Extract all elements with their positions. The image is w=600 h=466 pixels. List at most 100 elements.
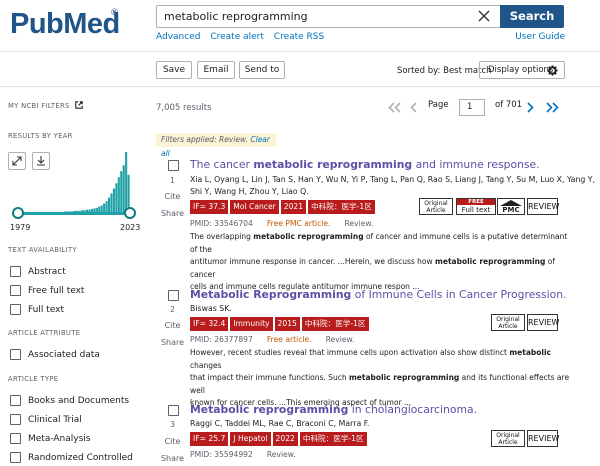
create-rss-link[interactable]: Create RSS bbox=[274, 32, 324, 42]
snippet-highlight: metabolic bbox=[509, 348, 551, 357]
filter-label: Free full text bbox=[28, 286, 85, 296]
article-authors: Biswas SK. bbox=[190, 304, 232, 313]
review-badge: REVIEW bbox=[527, 198, 559, 215]
year-slider-start-handle[interactable] bbox=[12, 207, 24, 219]
histogram-bar[interactable] bbox=[115, 183, 118, 212]
article-title-link[interactable]: The cancer metabolic reprogramming and i… bbox=[190, 158, 540, 171]
results-count: 7,005 results bbox=[156, 103, 212, 113]
original-article-badge: Original Article bbox=[419, 198, 453, 215]
checkbox[interactable] bbox=[10, 433, 21, 444]
article-checkbox[interactable] bbox=[168, 405, 179, 416]
filter-label: Books and Documents bbox=[28, 396, 130, 406]
year-end-label: 2023 bbox=[120, 223, 141, 232]
article-authors: Xia L, Oyang L, Lin J, Tan S, Han Y, Wu … bbox=[190, 174, 595, 198]
page-number-input[interactable]: 1 bbox=[459, 99, 485, 116]
filter-randomized-controlled[interactable]: Randomized Controlled bbox=[10, 452, 133, 464]
user-guide-link[interactable]: User Guide bbox=[515, 32, 565, 42]
last-page-icon[interactable] bbox=[545, 102, 559, 113]
article-number: 1 bbox=[170, 176, 175, 185]
checkbox[interactable] bbox=[10, 266, 21, 277]
snippet-part: The overlapping bbox=[190, 232, 254, 241]
checkbox[interactable] bbox=[10, 395, 21, 406]
year-slider-end-handle[interactable] bbox=[124, 207, 136, 219]
article-snippet: The overlapping metabolic reprogramming … bbox=[190, 231, 570, 294]
cite-button[interactable]: Cite bbox=[156, 321, 189, 330]
article-number: 2 bbox=[170, 305, 175, 314]
histogram-bar[interactable] bbox=[122, 165, 125, 212]
histogram-bar[interactable] bbox=[125, 152, 128, 212]
histogram-bar[interactable] bbox=[117, 177, 120, 212]
display-options-button[interactable]: Display options bbox=[479, 61, 565, 79]
share-button[interactable]: Share bbox=[156, 209, 189, 218]
checkbox[interactable] bbox=[10, 349, 21, 360]
filter-label: Meta-Analysis bbox=[28, 434, 91, 444]
article-checkbox[interactable] bbox=[168, 160, 179, 171]
search-input[interactable]: metabolic reprogramming bbox=[156, 5, 500, 28]
send-to-button[interactable]: Send to bbox=[239, 61, 285, 79]
filter-label: Associated data bbox=[28, 350, 100, 360]
checkbox[interactable] bbox=[10, 414, 21, 425]
histogram-bar[interactable] bbox=[105, 201, 108, 212]
histogram-bar[interactable] bbox=[112, 188, 115, 212]
save-button[interactable]: Save bbox=[156, 61, 192, 79]
email-button[interactable]: Email bbox=[197, 61, 235, 79]
cite-button[interactable]: Cite bbox=[156, 192, 189, 201]
histogram-bar[interactable] bbox=[110, 193, 113, 212]
text-availability-heading: TEXT AVAILABILITY bbox=[8, 246, 77, 254]
year-slider-track[interactable] bbox=[18, 212, 129, 215]
results-by-year-heading: RESULTS BY YEAR bbox=[8, 132, 73, 140]
filter-full-text[interactable]: Full text bbox=[10, 304, 64, 316]
filter-free-full-text[interactable]: Free full text bbox=[10, 285, 84, 297]
journal-tags: IF= 25.7 J Hepatol 2022 中科院：医学-1区 bbox=[190, 432, 369, 446]
histogram-bar[interactable] bbox=[108, 197, 111, 212]
filter-books-and-documents[interactable]: Books and Documents bbox=[10, 395, 129, 407]
review-badge: REVIEW bbox=[527, 314, 559, 331]
snippet-part: changes bbox=[190, 360, 222, 370]
authors-line: Xia L, Oyang L, Lin J, Tan S, Han Y, Wu … bbox=[190, 175, 596, 184]
pmc-badge[interactable]: PMC bbox=[497, 198, 525, 215]
filter-clinical-trial[interactable]: Clinical Trial bbox=[10, 414, 82, 426]
share-button[interactable]: Share bbox=[156, 338, 189, 347]
year-histogram[interactable] bbox=[8, 150, 136, 212]
impact-factor-tag: IF= 37.3 bbox=[190, 200, 229, 214]
title-part: in cholangiocarcinoma. bbox=[348, 403, 478, 416]
free-full-text-badge[interactable]: FREE Full text bbox=[456, 198, 496, 215]
journal-tags: IF= 37.3 Mol Cancer 2021 中科院：医学-1区 bbox=[190, 200, 377, 214]
checkbox[interactable] bbox=[10, 452, 21, 463]
histogram-bar[interactable] bbox=[103, 203, 106, 212]
my-ncbi-filters-heading[interactable]: MY NCBI FILTERS bbox=[8, 101, 83, 110]
divider bbox=[0, 86, 600, 87]
journal-tag: Mol Cancer bbox=[230, 200, 279, 214]
page-total: of 701 bbox=[495, 100, 523, 110]
full-text-label: Full text bbox=[461, 205, 491, 214]
histogram-bar[interactable] bbox=[100, 205, 103, 212]
article-authors: Raggi C, Taddei ML, Rae C, Braconi C, Ma… bbox=[190, 419, 370, 428]
close-icon[interactable] bbox=[476, 8, 492, 24]
previous-page-icon[interactable] bbox=[409, 102, 418, 113]
snippet-part: that impact their immune functions. Such bbox=[190, 373, 349, 382]
cite-button[interactable]: Cite bbox=[156, 437, 189, 446]
filter-associated-data[interactable]: Associated data bbox=[10, 349, 100, 361]
logo-text: PubMed bbox=[10, 8, 120, 40]
checkbox[interactable] bbox=[10, 304, 21, 315]
authors-line: Shi Y, Wang H, Zhou Y, Liao Q. bbox=[190, 187, 309, 196]
share-button[interactable]: Share bbox=[156, 454, 189, 463]
next-page-icon[interactable] bbox=[526, 102, 535, 113]
create-alert-link[interactable]: Create alert bbox=[210, 32, 264, 42]
histogram-bar[interactable] bbox=[120, 171, 123, 212]
article-checkbox[interactable] bbox=[168, 290, 179, 301]
cas-zone-tag: 中科院：医学-1区 bbox=[308, 200, 375, 214]
advanced-link[interactable]: Advanced bbox=[156, 32, 200, 42]
pubmed-logo[interactable]: PubMed ® bbox=[10, 6, 120, 42]
filter-abstract[interactable]: Abstract bbox=[10, 266, 66, 278]
filter-meta-analysis[interactable]: Meta-Analysis bbox=[10, 433, 90, 445]
checkbox[interactable] bbox=[10, 285, 21, 296]
review-badge: REVIEW bbox=[527, 430, 559, 447]
article-title-link[interactable]: Metabolic Reprogramming of Immune Cells … bbox=[190, 288, 566, 301]
first-page-icon[interactable] bbox=[388, 102, 402, 113]
title-highlight: Metabolic Reprogramming bbox=[190, 288, 352, 301]
sort-label[interactable]: Sorted by: Best match bbox=[397, 66, 492, 76]
search-button[interactable]: Search bbox=[500, 5, 564, 28]
original-article-badge: Original Article bbox=[491, 314, 525, 331]
article-title-link[interactable]: Metabolic reprogramming in cholangiocarc… bbox=[190, 403, 477, 416]
